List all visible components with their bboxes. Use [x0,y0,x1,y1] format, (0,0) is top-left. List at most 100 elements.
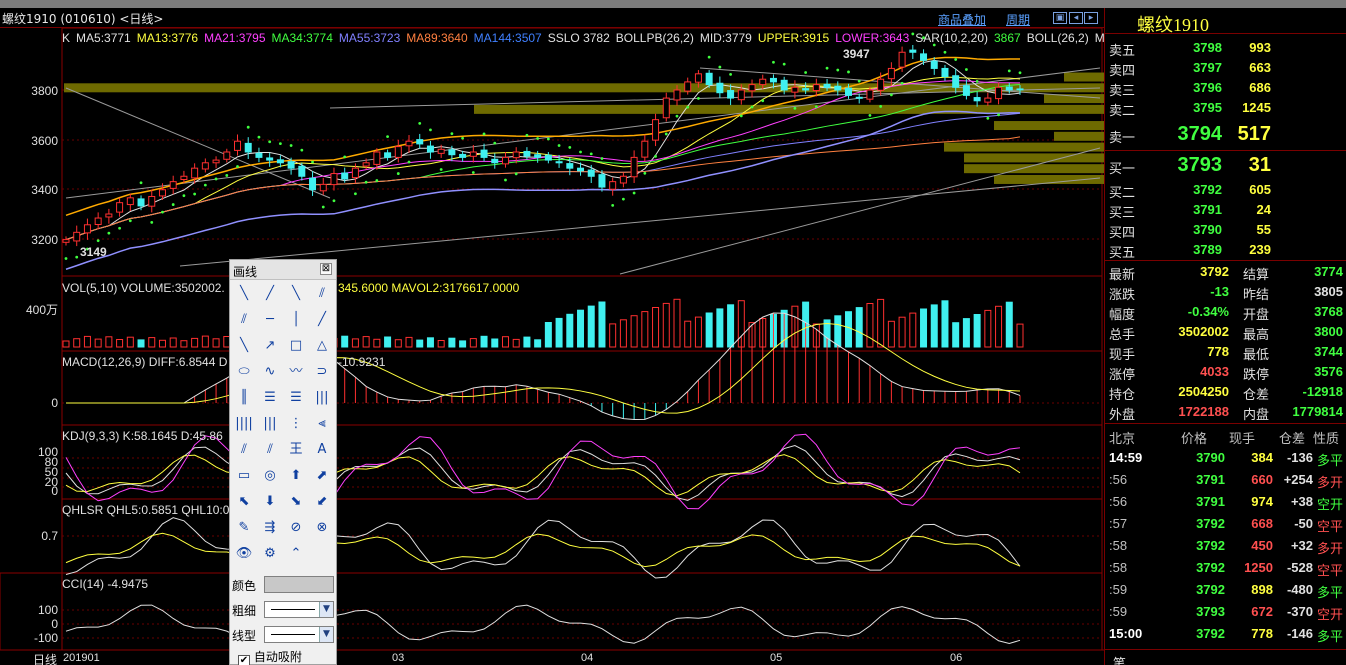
drawing-toolbox[interactable]: 画线 ⊠ ╲ ╱ ╲ ⫽ ⫽ ─ │ ╱ ╲ ↗ □ △ ⬭ ∿ 〰 ⊃ ║ ☰ ☰ ||| |||| ||| ⋮ ⫷ ⫽ ⫽ 王 A… [229,259,337,665]
candle-body [298,165,306,177]
candle-body [384,152,392,158]
sar-dot [461,136,465,140]
stat-value: 778 [1207,344,1229,359]
volume-bar [534,339,542,348]
auto-snap-checkbox[interactable]: ✔ [238,655,250,665]
auto-snap-row[interactable]: ✔ 自动吸附 [238,648,302,665]
app-toolbar[interactable] [0,0,1346,8]
draw-tool-button[interactable]: ⫷ [312,414,332,434]
buy-volume: 239 [1249,242,1271,257]
tick-price: 3792 [1196,538,1225,553]
draw-tool-button[interactable]: ⫽ [312,284,332,304]
draw-tool-button[interactable]: ⊗ [312,518,332,538]
sar-dot [589,152,593,156]
draw-tool-button[interactable]: ⊘ [286,518,306,538]
draw-tool-button[interactable]: ╲ [234,336,254,356]
sar-dot [621,197,625,201]
draw-tool-button[interactable]: ⬋ [312,492,332,512]
draw-tool-button[interactable]: ||| [312,388,332,408]
draw-tool-button[interactable]: ⬇ [260,492,280,512]
draw-tool-button[interactable]: ╲ [234,284,254,304]
tick-volume: 672 [1251,604,1273,619]
draw-tool-button[interactable]: ☰ [286,388,306,408]
tick-oi-change: +254 [1283,472,1313,487]
draw-tool-button[interactable]: ⬆ [286,466,306,486]
draw-tool-button[interactable]: ║ [234,388,254,408]
draw-tool-button[interactable]: 王 [286,440,306,460]
draw-tool-button[interactable]: ⫽ [234,310,254,330]
draw-tool-button[interactable]: □ [286,336,306,356]
candle-body [373,151,381,165]
scroll-left-icon[interactable]: ◂ [1069,12,1083,24]
draw-tool-button[interactable]: ☰ [260,388,280,408]
draw-tool-button[interactable]: ╱ [312,310,332,330]
cycle-link[interactable]: 周期 [1006,11,1030,28]
draw-tool-button[interactable]: ─ [260,310,280,330]
thickness-select[interactable]: ▼ [264,601,334,618]
draw-tool-button[interactable]: ⬈ [312,466,332,486]
draw-tool-button[interactable]: ⊃ [312,362,332,382]
draw-tool-button[interactable]: ⋮ [286,414,306,434]
close-icon[interactable]: ⊠ [320,263,332,275]
stat-row: 最新 3792 结算 3774 [1105,262,1346,282]
draw-tool-button[interactable]: ⬊ [286,492,306,512]
draw-tool-button[interactable]: 👁 [234,544,254,564]
price-y-label: 3200 [31,233,58,247]
chart-area[interactable] [0,28,1104,665]
draw-tool-button[interactable]: ▭ [234,466,254,486]
draw-tool-button[interactable]: ╱ [260,284,280,304]
candle-body [169,181,177,189]
overlay-commodity-link[interactable]: 商品叠加 [938,11,986,28]
stat-value: -0.34% [1187,304,1229,319]
linetype-select[interactable]: ▼ [264,626,334,643]
volume-bar [448,337,456,348]
draw-tool-button[interactable]: |||| [234,414,254,434]
draw-tool-button[interactable]: ⇶ [260,518,280,538]
tick-tab[interactable]: 笔 [1113,653,1126,665]
draw-tool-button[interactable]: ⚙ [260,544,280,564]
period-label[interactable]: 日线 [33,651,57,665]
draw-tool-button[interactable]: 〰 [286,362,306,382]
draw-tool-button[interactable]: ↗ [260,336,280,356]
candle-body [459,153,467,158]
scroll-right-icon[interactable]: ▸ [1084,12,1098,24]
draw-tool-button[interactable]: ∿ [260,362,280,382]
draw-tool-button[interactable]: A [312,440,332,460]
bottom-tab-row[interactable]: 笔 [1105,651,1346,665]
volume-bar [705,312,713,348]
draw-tool-button[interactable]: ⬭ [234,362,254,382]
draw-tool-button[interactable]: ||| [260,414,280,434]
volume-bar [426,337,434,348]
ma-legend-item: MID:3779 [699,31,752,45]
sar-dot [943,50,947,54]
sar-dot [482,132,486,136]
sar-dot [343,155,347,159]
tick-header-oi: 仓差 [1279,431,1306,446]
zoom-icon[interactable]: ▣ [1053,12,1067,24]
draw-tool-button[interactable]: ⫽ [234,440,254,460]
draw-tool-button[interactable]: ⌃ [286,544,306,564]
draw-tool-button[interactable]: ◎ [260,466,280,486]
draw-tool-button[interactable]: △ [312,336,332,356]
volume-bar [544,322,552,348]
draw-tool-button[interactable]: ╲ [286,284,306,304]
color-swatch[interactable] [264,576,334,593]
drawing-toolbox-header[interactable]: 画线 ⊠ [230,260,336,280]
draw-tool-button[interactable]: ⫽ [260,440,280,460]
volume-bar [727,304,735,348]
draw-tool-button[interactable]: ⬉ [234,492,254,512]
draw-tool-button[interactable]: ✎ [234,518,254,538]
volume-bar [1016,323,1024,348]
volume-bar [169,337,177,348]
volume-bar [930,304,938,348]
candle-body [984,97,992,103]
candle-body [609,181,617,190]
candle-body [684,81,692,92]
candle-body [555,161,563,164]
sar-dot [836,68,840,72]
tick-price: 3792 [1196,626,1225,641]
draw-tool-button[interactable]: │ [286,310,306,330]
stat-label: 最低 [1243,347,1270,362]
tick-volume: 384 [1251,450,1273,465]
volume-bar [555,317,563,348]
